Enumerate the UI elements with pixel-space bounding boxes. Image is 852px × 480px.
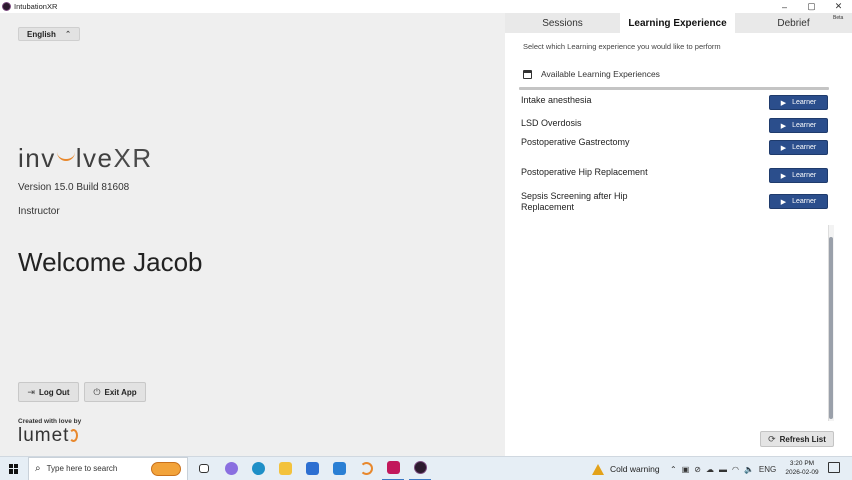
play-icon: ▶ <box>780 198 787 206</box>
calendar-icon <box>523 69 532 79</box>
lumeto-logo: lumet <box>18 425 79 447</box>
edge-icon[interactable] <box>247 457 269 480</box>
play-icon: ▶ <box>780 122 787 130</box>
weather-text: Cold warning <box>610 464 660 474</box>
section-divider <box>519 87 829 90</box>
log-out-label: Log Out <box>38 387 70 397</box>
network-off-icon[interactable]: ⊘ <box>694 465 701 474</box>
logo-part-1: inv <box>18 143 56 173</box>
lumeto-app-icon[interactable] <box>355 457 377 480</box>
log-out-button[interactable]: ⇥ Log Out <box>18 382 79 402</box>
refresh-icon: ⟳ <box>768 433 776 444</box>
chevron-up-icon[interactable]: ⌃ <box>670 465 677 474</box>
clock-date: 2026-02-09 <box>785 469 819 476</box>
system-tray: ⌃ ▣ ⊘ ☁ ▬ ◠ 🔈 ENG <box>670 457 781 480</box>
welcome-heading: Welcome Jacob <box>18 247 203 277</box>
power-icon: ⏻ <box>93 386 101 397</box>
store-icon[interactable] <box>301 457 323 480</box>
clock-time: 3:20 PM <box>789 460 815 467</box>
minimize-button[interactable]: – <box>771 0 798 13</box>
log-out-icon: ⇥ <box>27 386 35 397</box>
play-icon: ▶ <box>780 172 787 180</box>
play-icon: ▶ <box>780 144 787 152</box>
tray-app-icon[interactable]: ▣ <box>682 465 690 474</box>
search-highlight-icon <box>151 461 181 476</box>
learner-label: Learner <box>792 122 817 129</box>
tab-debrief[interactable]: Debrief Beta <box>735 13 852 33</box>
window-title: IntubationXR <box>14 2 58 11</box>
tab-bar: Sessions Learning Experience Debrief Bet… <box>505 13 852 33</box>
cloud-icon[interactable]: ☁ <box>706 465 714 474</box>
warning-icon <box>592 463 604 475</box>
experience-name: Postoperative Hip Replacement <box>521 167 648 177</box>
search-placeholder: Type here to search <box>46 464 118 473</box>
version-text: Version 15.0 Build 81608 <box>18 182 130 193</box>
learner-button[interactable]: ▶ Learner <box>769 168 828 183</box>
language-select[interactable]: English ⌃ <box>18 27 80 41</box>
language-value: English <box>27 29 56 39</box>
volume-icon[interactable]: 🔈 <box>744 465 754 474</box>
mail-icon[interactable] <box>328 457 350 480</box>
tab-debrief-label: Debrief <box>777 17 810 29</box>
role-text: Instructor <box>18 206 60 217</box>
created-by-text: Created with love by <box>18 418 82 425</box>
app-icon <box>2 2 11 11</box>
taskbar: ⌕ Type here to search Cold warning ⌃ ▣ ⊘… <box>0 456 852 480</box>
learner-label: Learner <box>792 144 817 151</box>
search-icon: ⌕ <box>35 463 41 474</box>
game-app-icon[interactable] <box>382 457 404 480</box>
experience-name: LSD Overdosis <box>521 118 582 128</box>
section-header: Available Learning Experiences <box>523 69 660 79</box>
lumeto-arc-icon <box>69 429 79 442</box>
learner-button[interactable]: ▶ Learner <box>769 140 828 155</box>
tab-sessions[interactable]: Sessions <box>505 13 620 33</box>
start-button[interactable] <box>0 457 28 480</box>
lumeto-logo-text: lumet <box>18 425 70 446</box>
learner-label: Learner <box>792 99 817 106</box>
copilot-icon[interactable] <box>220 457 242 480</box>
experience-name: Sepsis Screening after Hip Replacement <box>521 191 628 212</box>
logo-swoosh-icon <box>56 147 75 161</box>
maximize-button[interactable]: ▢ <box>798 0 825 13</box>
intubationxr-taskbar-icon[interactable] <box>409 457 431 480</box>
file-explorer-icon[interactable] <box>274 457 296 480</box>
taskbar-search[interactable]: ⌕ Type here to search <box>28 456 188 480</box>
learner-label: Learner <box>792 198 817 205</box>
wifi-icon[interactable]: ◠ <box>732 465 739 474</box>
weather-widget[interactable]: Cold warning <box>592 457 660 480</box>
instruction-text: Select which Learning experience you wou… <box>523 42 721 51</box>
logo-part-2: lve <box>75 143 114 173</box>
up-down-chevron-icon: ⌃ <box>65 31 71 38</box>
exit-app-label: Exit App <box>104 387 137 397</box>
title-bar: IntubationXR – ▢ ✕ <box>0 0 852 13</box>
scrollbar-thumb[interactable] <box>829 237 833 419</box>
section-title: Available Learning Experiences <box>541 69 660 79</box>
learner-label: Learner <box>792 172 817 179</box>
close-button[interactable]: ✕ <box>825 0 852 13</box>
task-view-icon[interactable] <box>193 457 215 480</box>
learner-button[interactable]: ▶ Learner <box>769 194 828 209</box>
windows-icon <box>9 463 19 474</box>
involvexr-logo: inv lveXR <box>18 143 153 174</box>
language-indicator[interactable]: ENG <box>759 465 776 474</box>
clock[interactable]: 3:20 PM 2026-02-09 <box>783 459 821 477</box>
learner-button[interactable]: ▶ Learner <box>769 95 828 110</box>
exit-app-button[interactable]: ⏻ Exit App <box>84 382 146 402</box>
experience-name: Postoperative Gastrectomy <box>521 137 630 147</box>
left-panel: English ⌃ inv lveXR Version 15.0 Build 81… <box>0 13 505 456</box>
window-controls: – ▢ ✕ <box>771 0 852 13</box>
experience-name: Intake anesthesia <box>521 95 592 105</box>
beta-badge: Beta <box>833 15 844 21</box>
refresh-list-label: Refresh List <box>779 434 826 444</box>
right-panel: Sessions Learning Experience Debrief Bet… <box>505 13 852 456</box>
battery-icon[interactable]: ▬ <box>719 465 727 474</box>
tab-learning-experience[interactable]: Learning Experience <box>620 13 735 33</box>
notification-icon[interactable] <box>828 462 840 473</box>
logo-part-3: XR <box>113 143 153 173</box>
refresh-list-button[interactable]: ⟳ Refresh List <box>760 431 834 447</box>
learner-button[interactable]: ▶ Learner <box>769 118 828 133</box>
play-icon: ▶ <box>780 99 787 107</box>
